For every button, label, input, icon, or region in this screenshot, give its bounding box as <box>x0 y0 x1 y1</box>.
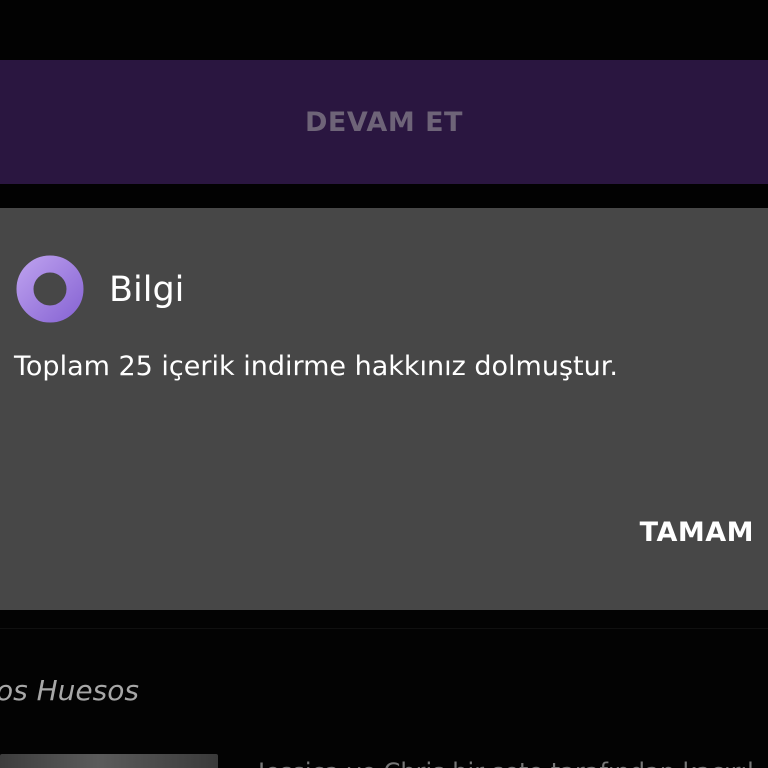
content-thumbnail[interactable] <box>0 754 218 768</box>
divider <box>0 628 768 629</box>
content-title: os Huesos <box>0 674 139 707</box>
continue-button-label: DEVAM ET <box>305 106 463 138</box>
continue-button[interactable]: DEVAM ET <box>0 60 768 184</box>
dialog-header: Bilgi <box>16 255 184 323</box>
app-screen: DEVAM ET Bilgi Toplam 25 içerik indirme … <box>0 0 768 768</box>
info-icon <box>16 255 84 323</box>
ok-button[interactable]: TAMAM <box>640 517 754 548</box>
dialog-title: Bilgi <box>109 270 185 310</box>
content-description: Jessica ve Chris bir sete tarafından kaç… <box>258 758 768 768</box>
dialog-message: Toplam 25 içerik indirme hakkınız dolmuş… <box>14 351 618 382</box>
